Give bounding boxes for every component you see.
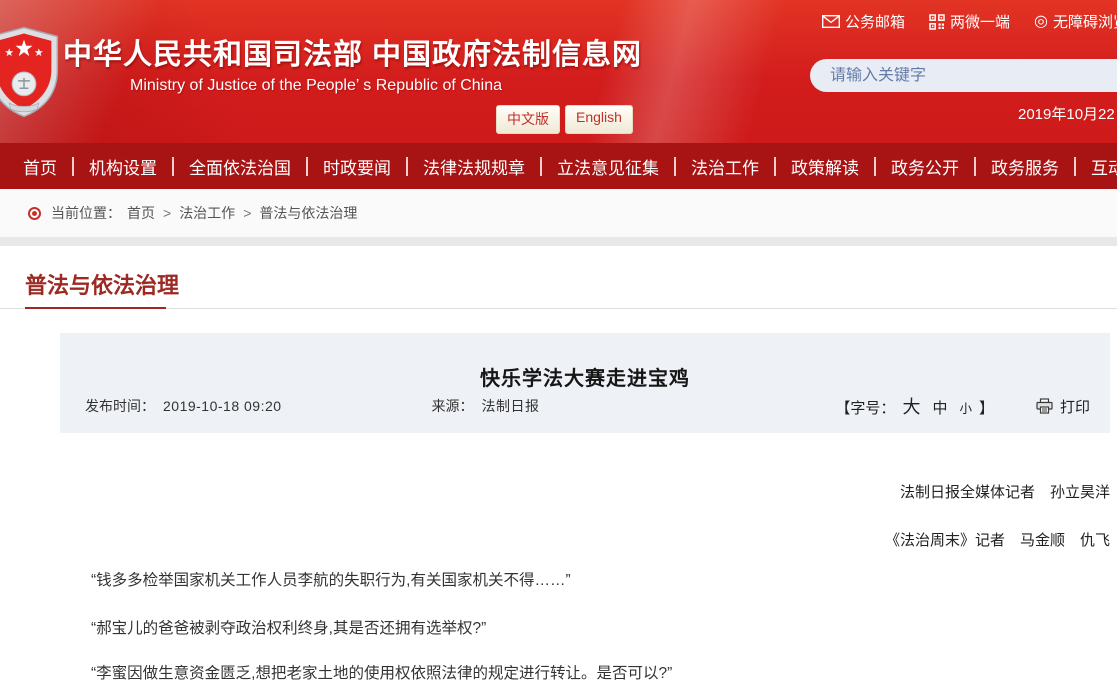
ministry-emblem-icon — [0, 26, 61, 118]
nav-item-interaction[interactable]: 互动 — [1076, 154, 1117, 179]
nav-item-home[interactable]: 首页 — [8, 154, 72, 179]
print-button[interactable]: 打印 — [1036, 396, 1090, 417]
article-meta: 发布时间： 2019-10-18 09:20 来源： 法制日报 【字号： 大 中… — [85, 393, 1090, 419]
print-label: 打印 — [1060, 396, 1090, 417]
font-size-medium-button[interactable]: 中 — [932, 397, 947, 418]
nav-item-laws-regulations[interactable]: 法律法规规章 — [408, 154, 540, 179]
section-title: 普法与依法治理 — [25, 268, 179, 308]
section-divider — [0, 308, 1117, 309]
font-size-widget: 【字号： 大 中 小 】 — [835, 393, 994, 419]
search-input[interactable] — [810, 67, 1117, 85]
utility-bar: 公务邮箱 两微一端 ◎ 无障碍浏览 — [822, 11, 1117, 32]
main-nav: 首页 机构设置 全面依法治国 时政要闻 法律法规规章 立法意见征集 法治工作 政… — [0, 143, 1117, 189]
nav-item-gov-services[interactable]: 政务服务 — [976, 154, 1074, 179]
mail-label: 公务邮箱 — [845, 11, 905, 32]
font-size-large-button[interactable]: 大 — [902, 393, 920, 419]
article-paragraph: “李蜜因做生意资金匮乏,想把老家土地的使用权依照法律的规定进行转让。是否可以?” — [60, 664, 1110, 683]
mail-link[interactable]: 公务邮箱 — [822, 11, 905, 32]
breadcrumb: 当前位置： 首页 > 法治工作 > 普法与依法治理 — [0, 189, 1117, 237]
divider-band — [0, 237, 1117, 246]
font-size-label-end: 】 — [979, 397, 994, 418]
font-size-label: 【字号： — [835, 397, 895, 418]
language-switcher: 中文版 English — [496, 105, 633, 134]
nav-item-gov-affairs[interactable]: 政务公开 — [876, 154, 974, 179]
header-banner: 公务邮箱 两微一端 ◎ 无障碍浏览 — [0, 0, 1117, 143]
site-title: 中华人民共和国司法部 中国政府法制信息网 — [63, 31, 642, 73]
printer-icon — [1036, 398, 1053, 414]
wechat-weibo-label: 两微一端 — [950, 11, 1010, 32]
article-paragraph: “钱多多检举国家机关工作人员李航的失职行为,有关国家机关不得……” — [60, 571, 1110, 590]
section-header: 普法与依法治理 — [25, 268, 1117, 308]
article-header: 快乐学法大赛走进宝鸡 发布时间： 2019-10-18 09:20 来源： 法制… — [60, 333, 1110, 433]
publish-time-label: 发布时间： — [85, 396, 155, 416]
breadcrumb-legal-work[interactable]: 法治工作 — [179, 203, 235, 223]
byline: 法制日报全媒体记者 孙立昊洋 — [60, 481, 1110, 502]
english-version-button[interactable]: English — [565, 105, 633, 134]
chinese-version-button[interactable]: 中文版 — [496, 105, 560, 134]
section-divider-accent — [25, 307, 166, 309]
nav-item-legislation-comments[interactable]: 立法意见征集 — [542, 154, 674, 179]
article-title: 快乐学法大赛走进宝鸡 — [60, 333, 1110, 391]
current-date: 2019年10月22日 — [1018, 103, 1117, 124]
breadcrumb-home[interactable]: 首页 — [127, 203, 155, 223]
nav-item-policy-interpretation[interactable]: 政策解读 — [776, 154, 874, 179]
mail-icon — [822, 15, 840, 28]
article-body: 法制日报全媒体记者 孙立昊洋 《法治周末》记者 马金顺 仇飞 “钱多多检举国家机… — [60, 481, 1110, 683]
eye-icon: ◎ — [1034, 14, 1048, 30]
breadcrumb-separator: > — [243, 205, 251, 221]
nav-item-news[interactable]: 时政要闻 — [308, 154, 406, 179]
publish-time-value: 2019-10-18 09:20 — [163, 398, 282, 414]
nav-item-legal-work[interactable]: 法治工作 — [676, 154, 774, 179]
accessibility-label: 无障碍浏览 — [1053, 11, 1117, 32]
search-box — [810, 59, 1117, 92]
breadcrumb-bullet-icon — [28, 207, 41, 220]
nav-item-organization[interactable]: 机构设置 — [74, 154, 172, 179]
article-paragraph: “郝宝儿的爸爸被剥夺政治权利终身,其是否还拥有选举权?” — [60, 619, 1110, 638]
byline: 《法治周末》记者 马金顺 仇飞 — [60, 529, 1110, 550]
breadcrumb-separator: > — [163, 205, 171, 221]
breadcrumb-current[interactable]: 普法与依法治理 — [259, 203, 357, 223]
wechat-weibo-link[interactable]: 两微一端 — [929, 11, 1010, 32]
font-size-small-button[interactable]: 小 — [959, 398, 972, 417]
qrcode-icon — [929, 14, 945, 30]
source-value: 法制日报 — [482, 396, 540, 416]
site-subtitle: Ministry of Justice of the People’ s Rep… — [130, 77, 502, 95]
source-label: 来源： — [432, 396, 474, 416]
accessibility-link[interactable]: ◎ 无障碍浏览 — [1034, 11, 1117, 32]
nav-item-rule-of-law[interactable]: 全面依法治国 — [174, 154, 306, 179]
breadcrumb-label: 当前位置： — [51, 203, 121, 223]
